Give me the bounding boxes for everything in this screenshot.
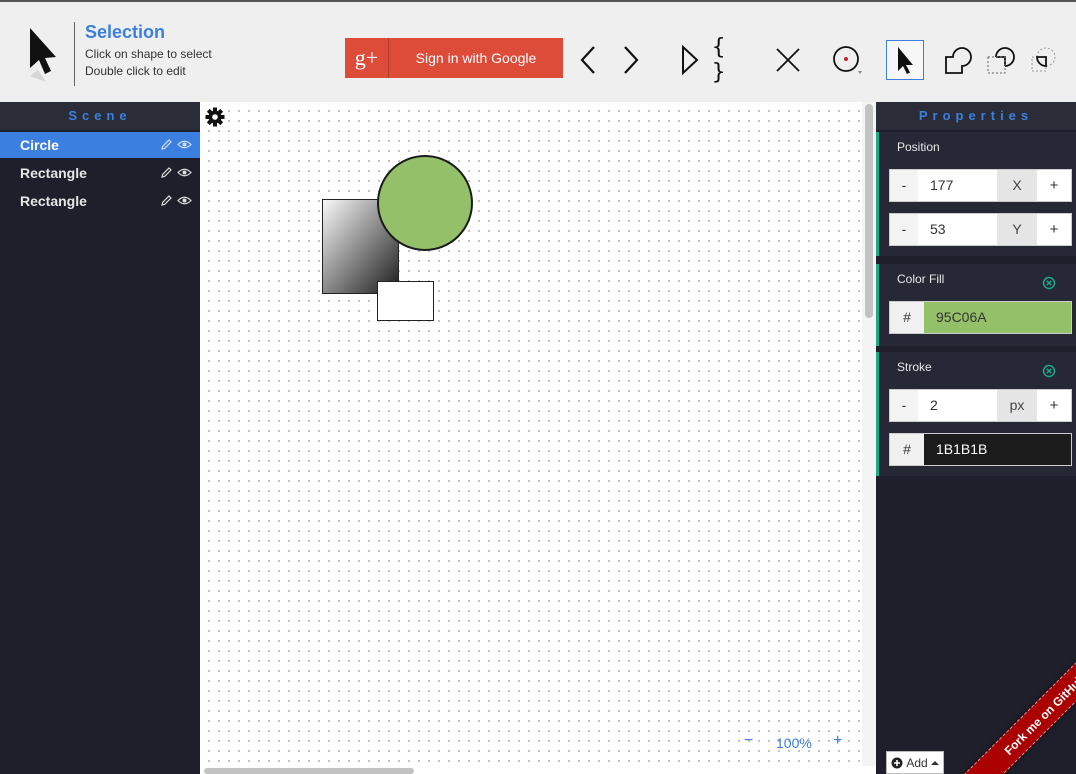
x-position-input[interactable]: 177 [918,170,997,201]
select-pointer-icon [898,47,913,74]
google-plus-icon: g+ [345,38,389,78]
fill-hash-label: # [890,302,924,333]
scene-item-actions [160,194,192,207]
github-ribbon-container: Fork me on GitHub [940,640,1076,774]
union-icon [945,47,972,74]
canvas-shapes [322,155,473,321]
code-icon: { } [712,35,726,85]
circle-tool-icon [833,46,862,74]
properties-title: Properties [876,102,1076,130]
union-button[interactable] [938,40,976,80]
scene-item[interactable]: Rectangle [0,160,200,186]
caret-up-icon [930,760,939,765]
y-unit-label: Y [997,214,1037,245]
stroke-width-field: - 2 px + [889,389,1072,422]
y-increment-button[interactable]: + [1037,214,1071,245]
google-signin-button[interactable]: g+ Sign in with Google [345,38,563,78]
scene-panel: Scene Circle Rectangle Rectangle [0,102,200,774]
stroke-hash-label: # [890,434,924,465]
x-unit-label: X [997,170,1037,201]
scene-item[interactable]: Rectangle [0,188,200,214]
clear-fill-icon[interactable] [1042,276,1056,290]
stroke-unit-label: px [997,390,1037,421]
intersection-button[interactable] [1024,40,1062,80]
y-position-field: - 53 Y + [889,213,1072,246]
delete-button[interactable] [769,40,807,80]
undo-button[interactable] [570,40,608,80]
scene-item[interactable]: Circle [0,132,200,158]
color-fill-label: Color Fill [897,272,945,286]
visibility-eye-icon[interactable] [177,166,192,179]
y-decrement-button[interactable]: - [890,214,918,245]
scene-item-actions [160,166,192,179]
zoom-out-button[interactable]: − [744,732,753,750]
difference-button[interactable] [982,40,1020,80]
play-button[interactable] [670,40,708,80]
stroke-increment-button[interactable]: + [1037,390,1071,421]
mode-hint-edit: Double click to edit [85,64,186,78]
circle-shape[interactable] [377,155,473,251]
select-tool-button[interactable] [886,40,924,80]
redo-icon [624,46,639,74]
stroke-color-field: # 1B1B1B [889,433,1072,466]
x-decrement-button[interactable]: - [890,170,918,201]
add-button-label: Add [906,755,928,770]
mode-title: Selection [85,22,166,42]
zoom-level: 100% [776,735,812,751]
scene-list: Circle Rectangle Rectangle [0,132,200,214]
clear-stroke-icon[interactable] [1042,364,1056,378]
edit-pencil-icon[interactable] [160,166,173,179]
code-button[interactable]: { } [712,35,750,85]
circle-tool-button[interactable] [828,40,866,80]
redo-button[interactable] [611,40,649,80]
scene-item-label: Circle [20,137,59,153]
visibility-eye-icon[interactable] [177,194,192,207]
mode-hint-select: Click on shape to select [85,47,212,61]
horizontal-scrollbar[interactable] [204,768,414,774]
edit-pencil-icon[interactable] [160,194,173,207]
y-position-input[interactable]: 53 [918,214,997,245]
scene-title: Scene [0,102,200,130]
x-position-field: - 177 X + [889,169,1072,202]
drawing-canvas[interactable] [200,102,862,766]
visibility-eye-icon[interactable] [177,138,192,151]
intersection-icon [1031,47,1056,72]
zoom-in-button[interactable]: + [833,732,842,750]
scene-item-label: Rectangle [20,165,87,181]
white-rectangle-shape[interactable] [377,281,434,321]
plus-circle-icon [891,757,903,768]
google-signin-label: Sign in with Google [415,50,537,66]
fill-color-input[interactable]: 95C06A [924,302,1071,333]
stroke-decrement-button[interactable]: - [890,390,918,421]
scene-item-label: Rectangle [20,193,87,209]
fork-github-ribbon[interactable]: Fork me on GitHub [963,640,1076,774]
position-label: Position [897,140,940,154]
fill-color-field: # 95C06A [889,301,1072,334]
mode-separator [74,22,75,86]
stroke-label: Stroke [897,360,932,374]
x-increment-button[interactable]: + [1037,170,1071,201]
mode-pointer-icon [30,28,56,82]
stroke-width-input[interactable]: 2 [918,390,997,421]
delete-icon [776,48,800,72]
stroke-color-input[interactable]: 1B1B1B [924,434,1071,465]
difference-icon [987,47,1015,74]
position-section: Position - 177 X + - 53 Y + [876,132,1076,256]
color-fill-section: Color Fill # 95C06A [876,264,1076,346]
stroke-section: Stroke - 2 px + # 1B1B1B [876,352,1076,476]
scene-item-actions [160,138,192,151]
undo-icon [580,46,595,74]
play-icon [682,44,699,76]
app-window: Selection Click on shape to select Doubl… [0,0,1076,774]
edit-pencil-icon[interactable] [160,138,173,151]
toolbar: Selection Click on shape to select Doubl… [0,0,1076,102]
vertical-scrollbar[interactable] [865,104,873,318]
add-button[interactable]: Add [886,751,944,774]
